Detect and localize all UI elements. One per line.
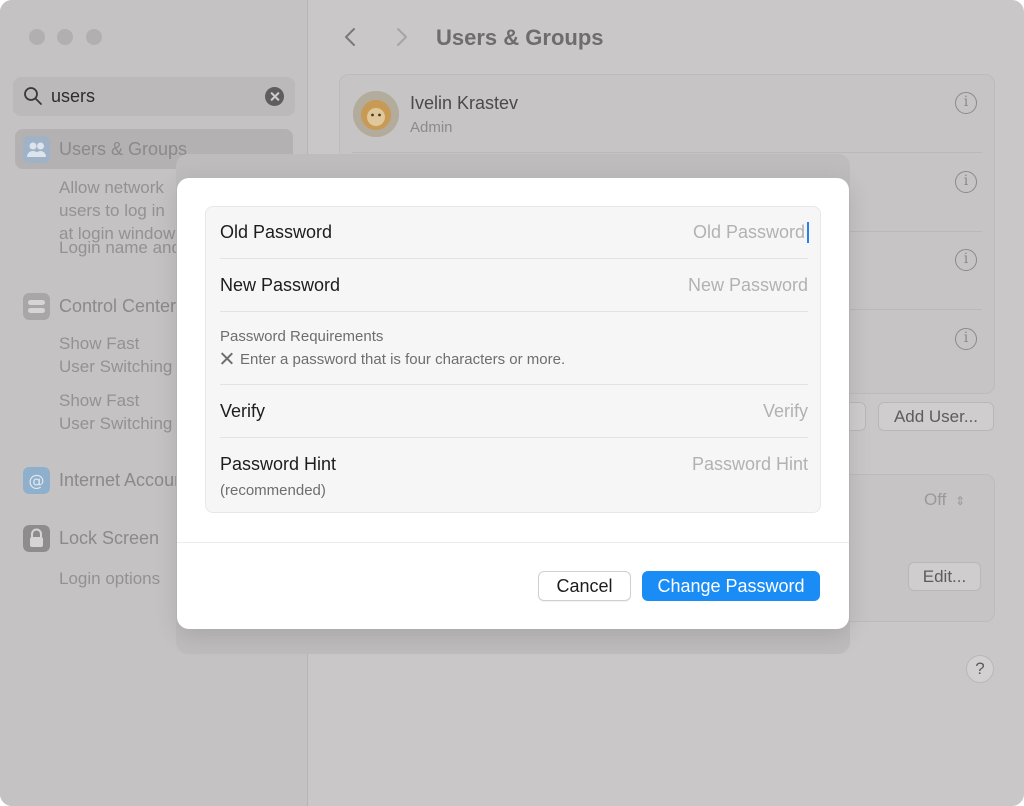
sidebar-item-label: Users & Groups	[59, 139, 188, 159]
new-password-field[interactable]	[508, 275, 808, 296]
cancel-button[interactable]: Cancel	[538, 571, 631, 601]
search-result-login-name-password[interactable]: Login name and password	[59, 236, 177, 259]
control-center-icon	[23, 293, 50, 320]
search-result-allow-network-users[interactable]: Allow network users to log in at login w…	[59, 176, 177, 245]
chevron-updown-icon: ⇕	[955, 494, 966, 508]
sidebar-item-label: Internet Accounts	[59, 470, 177, 490]
requirement-item: Enter a password that is four characters…	[220, 351, 565, 368]
info-icon[interactable]: i	[955, 171, 977, 193]
sidebar-item-label: Control Center	[59, 296, 177, 316]
close-window-button[interactable]	[29, 29, 45, 45]
system-settings-window: users Users & Groups Allow network users…	[0, 0, 1024, 806]
info-icon[interactable]: i	[955, 328, 977, 350]
password-form: Old Password New Password Password Requi…	[205, 206, 821, 513]
clear-search-icon[interactable]	[265, 87, 284, 106]
password-hint-field[interactable]	[508, 454, 808, 475]
internet-accounts-icon: @	[23, 467, 50, 494]
old-password-row: Old Password	[220, 207, 809, 259]
password-hint-row: Password Hint (recommended)	[220, 438, 808, 512]
user-role: Admin	[410, 119, 453, 136]
old-password-label: Old Password	[220, 222, 333, 242]
search-result-login-options[interactable]: Login options	[59, 567, 177, 590]
avatar	[353, 91, 399, 137]
password-requirements: Password Requirements Enter a password t…	[220, 312, 808, 385]
old-password-field[interactable]	[508, 222, 808, 243]
edit-button[interactable]: Edit...	[908, 562, 981, 591]
search-result-fast-user-switching-menu-bar[interactable]: Show Fast User Switching in the menu bar	[59, 389, 177, 435]
info-icon[interactable]: i	[955, 249, 977, 271]
change-password-button[interactable]: Change Password	[642, 571, 820, 601]
page-title: Users & Groups	[436, 25, 604, 50]
lock-icon	[23, 525, 50, 552]
password-hint-label: Password Hint	[220, 454, 337, 474]
user-name: Ivelin Krastev	[410, 93, 519, 113]
search-input[interactable]: users	[51, 86, 95, 107]
help-button[interactable]: ?	[966, 655, 994, 683]
requirements-title: Password Requirements	[220, 328, 384, 345]
x-mark-icon	[220, 351, 234, 365]
add-user-button[interactable]: Add User...	[878, 402, 994, 431]
search-field[interactable]: users	[13, 77, 295, 116]
verify-password-field[interactable]	[508, 401, 808, 422]
new-password-label: New Password	[220, 275, 341, 295]
search-icon	[24, 87, 42, 105]
verify-row: Verify	[220, 385, 808, 438]
auto-login-popup[interactable]: Off ⇕	[924, 490, 965, 510]
text-caret	[807, 222, 809, 243]
change-password-dialog: Old Password New Password Password Requi…	[177, 178, 849, 629]
dialog-divider	[177, 542, 849, 543]
row-divider	[352, 152, 982, 153]
requirement-text: Enter a password that is four characters…	[240, 351, 566, 368]
zoom-window-button[interactable]	[86, 29, 102, 45]
verify-label: Verify	[220, 401, 266, 421]
forward-arrow-icon[interactable]	[392, 26, 412, 48]
minimize-window-button[interactable]	[57, 29, 73, 45]
svg-text:@: @	[29, 471, 45, 490]
sidebar-item-label: Lock Screen	[59, 528, 160, 548]
users-groups-icon	[23, 136, 50, 163]
back-arrow-icon[interactable]	[340, 26, 360, 48]
new-password-row: New Password	[220, 259, 808, 312]
auto-login-value: Off	[924, 490, 947, 509]
search-result-fast-user-switching-control-center[interactable]: Show Fast User Switching in Control Cent…	[59, 332, 177, 378]
password-hint-sublabel: (recommended)	[220, 482, 326, 499]
info-icon[interactable]: i	[955, 92, 977, 114]
